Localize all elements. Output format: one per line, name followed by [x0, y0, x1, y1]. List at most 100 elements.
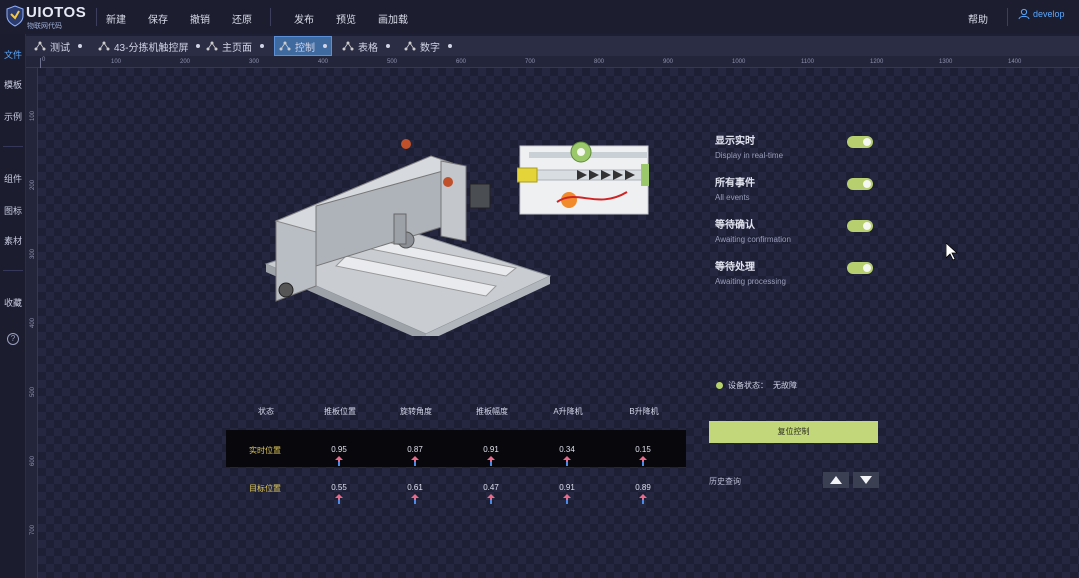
arrow-up-icon — [335, 456, 343, 466]
ruler-label: 200 — [180, 59, 191, 65]
ruler-label: 1000 — [732, 59, 746, 65]
tab-dot — [260, 44, 264, 48]
tab-dot — [323, 44, 327, 48]
network-icon — [404, 41, 416, 51]
menu-publish[interactable]: 发布 — [294, 11, 314, 26]
table-cell: 0.87 — [407, 445, 423, 454]
network-icon — [98, 41, 110, 51]
sidebar-item-icon[interactable]: 图标 — [0, 204, 26, 217]
table-header: A升降机 — [553, 407, 583, 416]
ruler-label: 0 — [42, 57, 46, 63]
switch-knob — [863, 222, 871, 230]
history-up-button[interactable] — [823, 472, 849, 488]
arrow-up-icon — [411, 456, 419, 466]
tab-dot — [78, 44, 82, 48]
history-query-label: 历史查询 — [709, 477, 741, 486]
sidebar-item-template[interactable]: 模板 — [0, 78, 26, 91]
sidebar-separator — [3, 146, 23, 147]
table-header: B升降机 — [629, 407, 659, 416]
table-header: 推板幅度 — [476, 407, 508, 416]
ruler-label: 800 — [594, 59, 605, 65]
tab-test[interactable]: 测试 — [30, 36, 86, 56]
sidebar-item-component[interactable]: 组件 — [0, 172, 26, 185]
sidebar-item-favorites[interactable]: 收藏 — [0, 296, 26, 309]
row-label: 目标位置 — [249, 484, 281, 493]
status-value: 无故障 — [773, 381, 797, 390]
table-cell: 0.61 — [407, 483, 423, 492]
top-bar: UIOTOS 物联网代码 新建 保存 撤销 还原 发布 预览 画加载 帮助 de… — [0, 0, 1079, 34]
ruler-label: 1400 — [1008, 59, 1022, 65]
toggle-switch[interactable] — [847, 220, 873, 232]
menu-undo[interactable]: 撤销 — [190, 11, 210, 26]
history-down-button[interactable] — [853, 472, 879, 488]
arrow-up-icon — [563, 456, 571, 466]
menu-redo[interactable]: 还原 — [232, 11, 252, 26]
table-header: 推板位置 — [324, 407, 356, 416]
tab-dot — [448, 44, 452, 48]
toggle-subtitle: Awaiting confirmation — [715, 235, 791, 244]
switch-knob — [863, 180, 871, 188]
arrow-up-icon — [487, 456, 495, 466]
sidebar-separator — [3, 270, 23, 271]
network-icon — [279, 41, 291, 51]
tab-label: 主页面 — [222, 42, 252, 54]
ruler-label: 200 — [30, 179, 37, 191]
sidebar-item-file[interactable]: 文件 — [0, 48, 26, 61]
tab-dot — [196, 44, 201, 48]
menu-save[interactable]: 保存 — [148, 11, 168, 26]
ruler-label: 100 — [30, 110, 37, 122]
ruler-label: 700 — [525, 59, 536, 65]
toggle-switch[interactable] — [847, 262, 873, 274]
tab-label: 数字 — [420, 42, 440, 54]
arrow-up-icon — [411, 494, 419, 504]
switch-knob — [863, 264, 871, 272]
arrow-up-icon — [639, 494, 647, 504]
triangle-down-icon — [860, 476, 872, 484]
tab-label: 表格 — [358, 42, 378, 54]
ruler-label: 900 — [663, 59, 674, 65]
ruler-label: 700 — [30, 524, 37, 536]
device-status: 设备状态： 无故障 — [716, 380, 797, 391]
status-label: 设备状态： — [728, 381, 768, 390]
menu-load[interactable]: 画加载 — [378, 11, 408, 26]
tab-control[interactable]: 控制 — [274, 36, 332, 56]
toggle-subtitle: Display in real-time — [715, 151, 784, 160]
ruler-label: 600 — [30, 455, 37, 467]
divider — [1007, 8, 1008, 26]
shield-logo-icon — [6, 5, 24, 27]
mechanism-diagram[interactable] — [517, 136, 653, 218]
brand-subtitle: 物联网代码 — [27, 23, 62, 30]
app-logo: UIOTOS 物联网代码 — [6, 3, 96, 31]
tab-main-page[interactable]: 主页面 — [202, 36, 268, 56]
table-cell: 0.91 — [483, 445, 499, 454]
tab-sorter[interactable]: 43-分拣机触控屏 — [94, 36, 204, 56]
table-cell: 0.55 — [331, 483, 347, 492]
menu-new[interactable]: 新建 — [106, 11, 126, 26]
sidebar-item-example[interactable]: 示例 — [0, 110, 26, 123]
toggle-switch[interactable] — [847, 178, 873, 190]
toggle-display-realtime: 显示实时 Display in real-time — [715, 132, 885, 160]
toggle-all-events: 所有事件 All events — [715, 174, 885, 202]
menu-preview[interactable]: 预览 — [336, 11, 356, 26]
divider — [270, 8, 271, 26]
toggle-switch[interactable] — [847, 136, 873, 148]
tab-table[interactable]: 表格 — [338, 36, 394, 56]
ruler-label: 1200 — [870, 59, 884, 65]
ruler-label: 500 — [30, 386, 37, 398]
user-menu[interactable]: develop — [1018, 8, 1065, 20]
ruler-top: 0 100 200 300 400 500 600 700 800 900 10… — [26, 56, 1079, 68]
ruler-label: 100 — [111, 59, 122, 65]
ruler-left: 100 200 300 400 500 600 700 — [26, 68, 38, 578]
tab-number[interactable]: 数字 — [400, 36, 456, 56]
ruler-label: 600 — [456, 59, 467, 65]
ruler-label: 400 — [318, 59, 329, 65]
network-icon — [34, 41, 46, 51]
table-cell: 0.47 — [483, 483, 499, 492]
user-name: develop — [1033, 9, 1065, 19]
sidebar-item-material[interactable]: 素材 — [0, 234, 26, 247]
row-label: 实时位置 — [249, 446, 281, 455]
help-circle-icon[interactable]: ? — [7, 333, 19, 345]
menu-help[interactable]: 帮助 — [968, 11, 988, 26]
machine-image[interactable] — [256, 136, 552, 336]
reset-control-button[interactable]: 复位控制 — [709, 421, 878, 443]
